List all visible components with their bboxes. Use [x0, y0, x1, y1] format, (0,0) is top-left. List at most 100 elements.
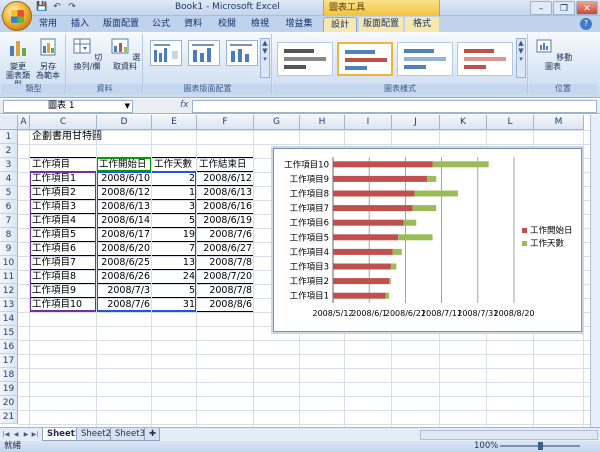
column-header[interactable]: F	[197, 115, 254, 130]
chevron-down-icon[interactable]: ▼	[125, 101, 130, 112]
style-bar	[404, 65, 426, 69]
zoom-slider-handle[interactable]	[538, 442, 543, 450]
row-header[interactable]: 8	[0, 228, 18, 242]
legend-swatch	[522, 241, 527, 246]
row-header[interactable]: 20	[0, 396, 18, 410]
next-sheet-icon[interactable]: ▶	[22, 430, 30, 439]
row-header[interactable]: 2	[0, 144, 18, 158]
row-header[interactable]: 15	[0, 326, 18, 340]
move-chart-button[interactable]: 移動圖表	[533, 36, 573, 71]
tab-home[interactable]: 常用	[34, 17, 62, 32]
row-header[interactable]: 14	[0, 312, 18, 326]
undo-icon[interactable]: ↶	[51, 2, 63, 13]
row-header[interactable]: 12	[0, 284, 18, 298]
last-sheet-icon[interactable]: ▶|	[31, 430, 39, 439]
gantt-chart[interactable]: 2008/5/12 2008/6/1 2008/6/21 2008/7/11 2008/…	[273, 148, 582, 332]
column-header[interactable]: C	[30, 115, 97, 130]
row-header[interactable]: 13	[0, 298, 18, 312]
tab-design[interactable]: 設計	[323, 17, 357, 32]
chart-layout-2[interactable]	[188, 40, 220, 66]
office-button[interactable]	[2, 1, 32, 31]
select-all-corner[interactable]	[0, 115, 18, 130]
row-header[interactable]: 16	[0, 340, 18, 354]
first-sheet-icon[interactable]: |◀	[2, 430, 10, 439]
bar-start-date	[333, 219, 404, 226]
column-header[interactable]: M	[534, 115, 584, 130]
tab-insert[interactable]: 插入	[66, 17, 94, 32]
tab-data[interactable]: 資料	[180, 17, 206, 32]
bar-duration	[390, 263, 397, 270]
row-header[interactable]: 3	[0, 158, 18, 172]
row-header[interactable]: 10	[0, 256, 18, 270]
save-template-button[interactable]: 另存 為範本	[34, 36, 62, 80]
close-button[interactable]: ✕	[576, 1, 598, 15]
column-header[interactable]: A	[18, 115, 30, 130]
change-chart-type-button[interactable]: 變更 圖表類型	[4, 36, 32, 89]
tab-addins[interactable]: 增益集	[281, 17, 317, 32]
bar-duration	[414, 190, 458, 197]
vertical-scrollbar[interactable]	[590, 115, 600, 427]
zoom-level[interactable]: 100%	[474, 441, 498, 452]
switch-row-column-button[interactable]: 切換列/欄	[69, 36, 105, 71]
column-header[interactable]: K	[440, 115, 487, 130]
layout-gallery-scroll[interactable]: ▲ ▼ ▾	[260, 38, 270, 78]
row-header[interactable]: 17	[0, 354, 18, 368]
group-location: 移動圖表 位置	[529, 34, 597, 94]
select-data-button[interactable]: 選取資料	[109, 36, 141, 71]
minimize-button[interactable]: –	[530, 1, 552, 15]
tab-format[interactable]: 格式	[405, 17, 439, 32]
column-header[interactable]: J	[392, 115, 440, 130]
column-header[interactable]: H	[300, 115, 345, 130]
tab-chart-layout[interactable]: 版面配置	[359, 17, 403, 32]
status-bar: 就緒 100%	[0, 441, 600, 452]
insert-sheet-icon[interactable]: ✚	[144, 428, 160, 441]
help-icon[interactable]: ?	[580, 18, 592, 30]
chart-style-3[interactable]	[397, 42, 453, 76]
row-header[interactable]: 5	[0, 186, 18, 200]
y-tick-label: 工作項目10	[284, 159, 329, 170]
table-border	[196, 171, 254, 186]
style-gallery-scroll[interactable]: ▲ ▼ ▾	[516, 38, 526, 78]
chart-layout-1[interactable]	[150, 40, 182, 66]
column-header[interactable]: I	[345, 115, 392, 130]
tab-review[interactable]: 校閱	[214, 17, 240, 32]
row-header[interactable]: 6	[0, 200, 18, 214]
formula-input[interactable]	[192, 100, 597, 113]
column-header[interactable]: D	[97, 115, 152, 130]
row-header[interactable]: 18	[0, 368, 18, 382]
save-icon[interactable]: 💾	[36, 2, 48, 13]
tab-formulas[interactable]: 公式	[148, 17, 174, 32]
chart-layout-3[interactable]	[226, 40, 258, 66]
group-data: 切換列/欄 選取資料 資料	[67, 34, 143, 94]
row-header[interactable]: 21	[0, 410, 18, 424]
x-tick-label: 2008/8/20	[493, 309, 534, 318]
style-bar	[345, 50, 375, 54]
column-header[interactable]: E	[152, 115, 197, 130]
grid-line	[196, 130, 197, 427]
column-header[interactable]: G	[254, 115, 300, 130]
prev-sheet-icon[interactable]: ◀	[12, 430, 20, 439]
chart-style-4[interactable]	[457, 42, 513, 76]
row-header[interactable]: 1	[0, 130, 18, 144]
name-box[interactable]: 圖表 1 ▼	[3, 100, 133, 113]
row-header[interactable]: 11	[0, 270, 18, 284]
column-header[interactable]: L	[487, 115, 534, 130]
table-border	[196, 185, 254, 200]
fx-icon[interactable]: fx	[180, 100, 189, 110]
chart-style-1[interactable]	[277, 42, 333, 76]
style-bar	[404, 57, 446, 61]
row-header[interactable]: 4	[0, 172, 18, 186]
row-header[interactable]: 9	[0, 242, 18, 256]
style-bar	[464, 65, 486, 69]
redo-icon[interactable]: ↷	[66, 2, 78, 13]
horizontal-scrollbar[interactable]	[420, 430, 598, 440]
row-header[interactable]: 19	[0, 382, 18, 396]
restore-button[interactable]: ❐	[553, 1, 575, 15]
bar-start-date	[333, 278, 390, 285]
chart-style-2[interactable]	[337, 42, 393, 76]
row-header[interactable]: 7	[0, 214, 18, 228]
office-logo-icon	[11, 10, 24, 23]
tab-page-layout[interactable]: 版面配置	[98, 17, 144, 32]
sheet-title[interactable]: 企劃書用甘特圖	[30, 130, 150, 144]
tab-view[interactable]: 檢視	[247, 17, 273, 32]
